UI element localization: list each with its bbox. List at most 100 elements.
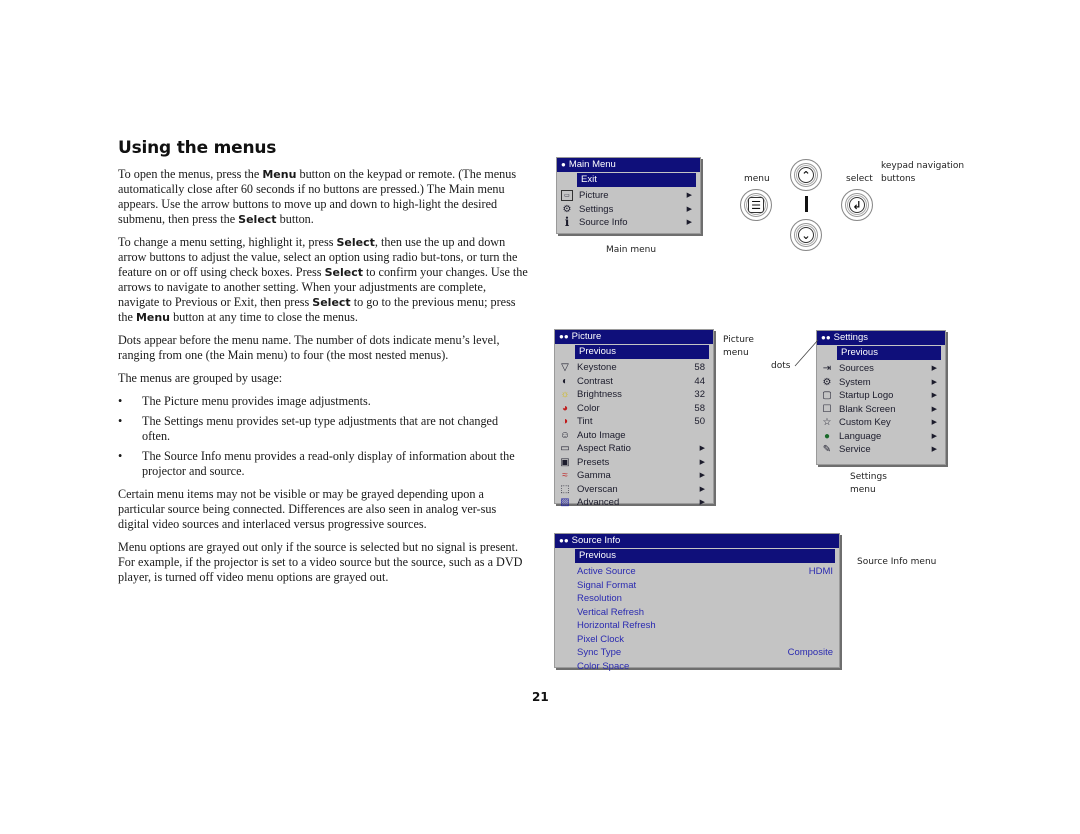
- menu-item-sources[interactable]: ⇥ Sources ▶: [817, 362, 945, 376]
- submenu-arrow-icon: ▶: [699, 499, 705, 506]
- menu-item-custom-key[interactable]: ☆ Custom Key ▶: [817, 416, 945, 430]
- menu-item-vertical-refresh[interactable]: Vertical Refresh: [555, 606, 839, 620]
- submenu-arrow-icon: ▶: [686, 219, 692, 226]
- bullet-item: The Picture menu provides image adjustme…: [118, 394, 528, 409]
- menu-item-label: System: [839, 376, 871, 388]
- select-button[interactable]: ↲: [841, 189, 873, 221]
- menu-item-previous[interactable]: Previous: [575, 549, 835, 563]
- menu-item-system[interactable]: ⚙ System ▶: [817, 376, 945, 390]
- text: To open the menus, press the: [118, 167, 263, 181]
- aspect-ratio-icon: ▭: [560, 443, 570, 454]
- menu-item-label: Picture: [579, 190, 609, 201]
- menu-item-auto-image[interactable]: ☺ Auto Image: [555, 429, 713, 443]
- menu-item-label: Pixel Clock: [577, 633, 624, 645]
- menu-item-sync-type[interactable]: Sync Type Composite: [555, 646, 839, 660]
- menu-item-label: Contrast: [577, 375, 613, 387]
- menu-item-picture[interactable]: ▭ Picture ▶: [557, 189, 700, 203]
- main-menu-caption: Main menu: [606, 245, 657, 255]
- menu-item-active-source[interactable]: Active Source HDMI: [555, 565, 839, 579]
- menu-item-pixel-clock[interactable]: Pixel Clock: [555, 633, 839, 647]
- menu-item-previous[interactable]: Previous: [837, 346, 941, 360]
- submenu-arrow-icon: ▶: [931, 405, 937, 413]
- menu-item-keystone[interactable]: ▽ Keystone 58: [555, 361, 713, 375]
- menu-item-label: Custom Key: [839, 417, 891, 428]
- paragraph-open-menus: To open the menus, press the Menu button…: [118, 167, 528, 227]
- main-menu: ● Main Menu Exit ▭ Picture ▶ ⚙ Settings ▶…: [556, 157, 701, 234]
- dots-callout-label: dots: [771, 361, 791, 371]
- level-dots: ●●: [559, 536, 569, 545]
- menu-item-label: Color Space: [577, 660, 630, 672]
- menu-button[interactable]: ☰: [740, 189, 772, 221]
- contrast-icon: ◐: [561, 375, 569, 387]
- menu-item-label: Tint: [577, 416, 593, 427]
- menu-item-overscan[interactable]: ⬚ Overscan ▶: [555, 483, 713, 497]
- language-icon: ●: [823, 430, 831, 442]
- menu-item-label: Aspect Ratio: [577, 443, 631, 454]
- page-heading: Using the menus: [118, 138, 277, 158]
- menu-item-source-info[interactable]: i Source Info ▶: [557, 216, 700, 230]
- menu-item-blank-screen[interactable]: ☐ Blank Screen ▶: [817, 403, 945, 417]
- gamma-icon: ≈: [562, 470, 568, 481]
- submenu-arrow-icon: ▶: [686, 205, 692, 213]
- picture-menu-caption: Picture menu: [723, 334, 754, 360]
- menu-item-brightness[interactable]: ☼ Brightness 32: [555, 388, 713, 402]
- caption-line: Picture: [723, 335, 754, 345]
- system-icon: ⚙: [822, 376, 832, 388]
- menu-title: ●● Source Info: [555, 534, 839, 548]
- menu-item-tint[interactable]: ◑ Tint 50: [555, 415, 713, 429]
- menu-item-settings[interactable]: ⚙ Settings ▶: [557, 203, 700, 217]
- menu-item-label: Startup Logo: [839, 390, 894, 401]
- text: button.: [276, 212, 314, 226]
- blank-screen-icon: ☐: [822, 403, 832, 415]
- brightness-icon: ☼: [560, 389, 570, 400]
- down-arrow-button[interactable]: ⌄: [790, 219, 822, 251]
- menu-item-startup-logo[interactable]: ▢ Startup Logo ▶: [817, 389, 945, 403]
- text: button at any time to close the menus.: [170, 310, 358, 324]
- presets-icon: ▣: [560, 456, 570, 468]
- settings-menu: ●● Settings Previous ⇥ Sources ▶ ⚙ System ▶ ▢ St…: [816, 330, 946, 465]
- menu-item-label: Source Info: [579, 217, 628, 228]
- menu-item-contrast[interactable]: ◐ Contrast 44: [555, 375, 713, 389]
- menu-title-text: Settings: [833, 332, 868, 343]
- menu-item-gamma[interactable]: ≈ Gamma ▶: [555, 469, 713, 483]
- menu-item-color[interactable]: ◕ Color 58: [555, 402, 713, 416]
- menu-icon: ☰: [748, 197, 764, 213]
- submenu-arrow-icon: ▶: [699, 472, 705, 479]
- keypad-divider: [805, 196, 808, 212]
- settings-menu-caption: Settings menu: [850, 471, 887, 497]
- text: To change a menu setting, highlight it, …: [118, 235, 337, 249]
- menu-item-exit[interactable]: Exit: [577, 173, 696, 187]
- select-key-label: select: [846, 174, 873, 184]
- menu-item-language[interactable]: ● Language ▶: [817, 430, 945, 444]
- settings-icon: ⚙: [562, 203, 572, 215]
- submenu-arrow-icon: ▶: [699, 445, 705, 452]
- menu-item-horizontal-refresh[interactable]: Horizontal Refresh: [555, 619, 839, 633]
- picture-menu: ●● Picture Previous ▽ Keystone 58 ◐ Contrast 4…: [554, 329, 714, 508]
- bold-term: Menu: [135, 311, 171, 324]
- up-arrow-button[interactable]: ⌃: [790, 159, 822, 191]
- menu-item-value: 32: [694, 389, 705, 400]
- menu-item-service[interactable]: ✎ Service ▶: [817, 443, 945, 457]
- submenu-arrow-icon: ▶: [931, 365, 937, 372]
- keypad-caption-line: buttons: [881, 174, 916, 184]
- menu-item-advanced[interactable]: ▨ Advanced ▶: [555, 496, 713, 510]
- auto-image-icon: ☺: [559, 429, 571, 441]
- menu-item-label: Horizontal Refresh: [577, 620, 656, 631]
- menu-item-aspect-ratio[interactable]: ▭ Aspect Ratio ▶: [555, 442, 713, 456]
- menu-item-signal-format[interactable]: Signal Format: [555, 579, 839, 593]
- menu-item-label: Resolution: [577, 593, 622, 604]
- advanced-icon: ▨: [560, 497, 570, 508]
- menu-item-color-space[interactable]: Color Space: [555, 660, 839, 674]
- paragraph-grayed: Menu options are grayed out only if the …: [118, 540, 523, 584]
- tint-icon: ◑: [561, 416, 569, 427]
- menu-item-resolution[interactable]: Resolution: [555, 592, 839, 606]
- sources-icon: ⇥: [822, 363, 832, 374]
- submenu-arrow-icon: ▶: [699, 458, 705, 466]
- submenu-arrow-icon: ▶: [686, 192, 692, 199]
- menu-title: ●● Picture: [555, 330, 713, 344]
- menu-item-presets[interactable]: ▣ Presets ▶: [555, 456, 713, 470]
- submenu-arrow-icon: ▶: [699, 485, 705, 493]
- bullet-item: The Source Info menu provides a read-onl…: [118, 449, 528, 479]
- menu-item-previous[interactable]: Previous: [575, 345, 709, 359]
- source-info-menu-caption: Source Info menu: [857, 557, 937, 567]
